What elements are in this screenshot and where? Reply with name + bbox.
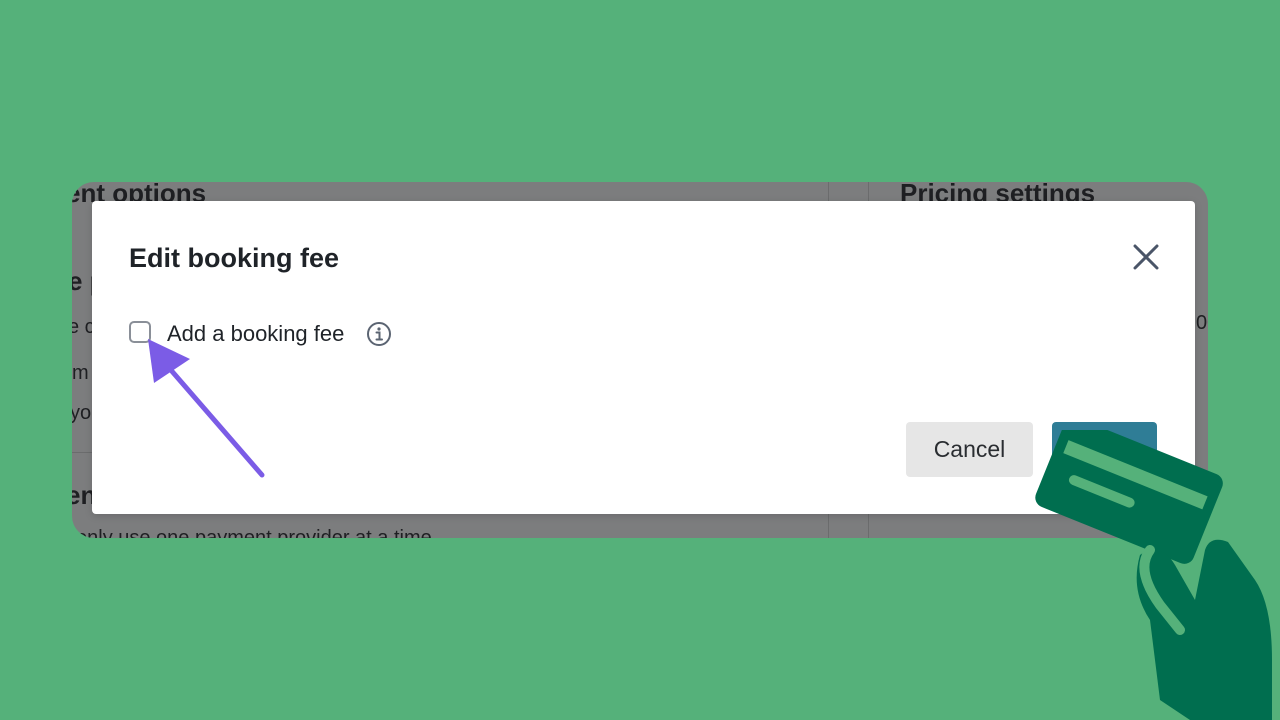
credit-card-hand-icon	[1035, 430, 1272, 720]
info-icon[interactable]	[366, 321, 392, 347]
background-fragment: m	[72, 362, 89, 384]
background-fragment: yo	[72, 402, 92, 424]
background-bottom-text: only use one payment provider at a time	[76, 527, 432, 538]
background-fragment: 00	[1196, 312, 1208, 334]
arrow-pointer-icon	[148, 339, 265, 478]
close-icon	[1133, 244, 1159, 270]
dialog-title: Edit booking fee	[129, 243, 340, 273]
close-button[interactable]	[1130, 241, 1162, 273]
